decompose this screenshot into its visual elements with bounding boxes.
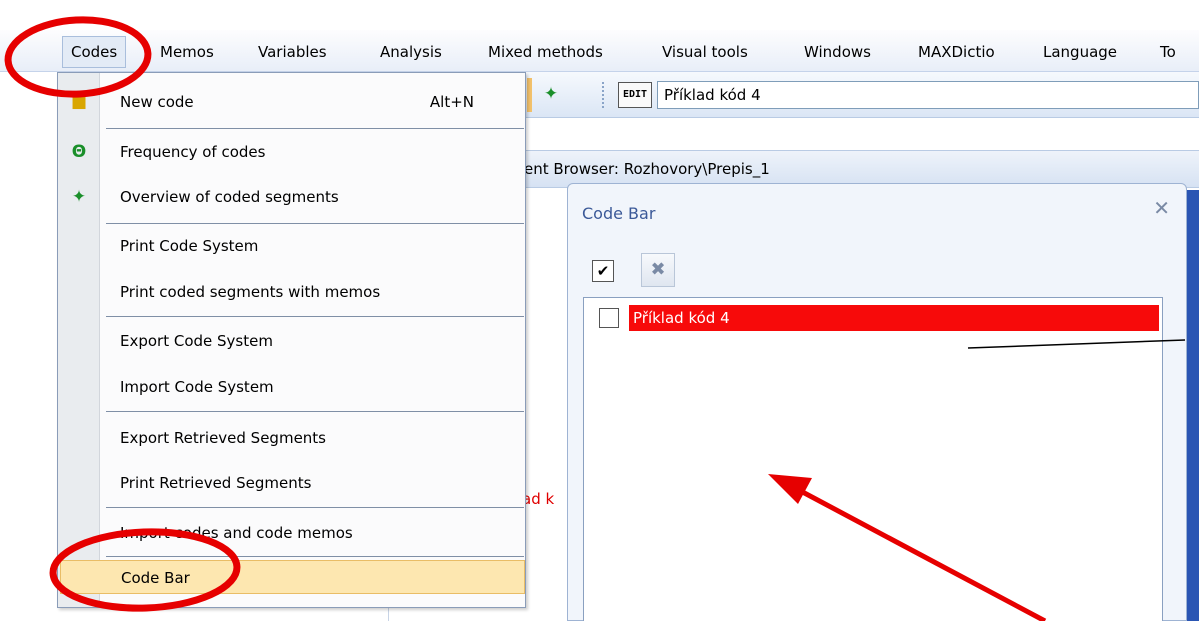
- code-checkbox[interactable]: [599, 308, 619, 328]
- menu-item-import-code-system[interactable]: Import Code System: [100, 370, 526, 404]
- code-field[interactable]: Příklad kód 4: [657, 81, 1199, 109]
- menu-item-print-coded-segments[interactable]: Print coded segments with memos: [100, 275, 526, 309]
- menu-maxdictio[interactable]: MAXDictio: [918, 40, 995, 64]
- code-bar-title: Code Bar: [582, 204, 656, 223]
- menu-memos[interactable]: Memos: [160, 40, 214, 64]
- check-all-button[interactable]: ✔: [592, 260, 614, 282]
- coded-text-fragment: ad k: [522, 490, 555, 508]
- new-code-icon: ■: [70, 92, 88, 112]
- menu-separator: [106, 507, 524, 508]
- overview-icon: ✦: [71, 187, 87, 207]
- menu-codes[interactable]: Codes: [62, 36, 127, 68]
- menu-variables[interactable]: Variables: [258, 40, 327, 64]
- menu-language[interactable]: Language: [1043, 40, 1117, 64]
- menu-item-overview-of-coded-segments[interactable]: Overview of coded segments: [100, 180, 526, 214]
- menu-windows[interactable]: Windows: [804, 40, 871, 64]
- codes-icon[interactable]: ✦: [536, 78, 566, 110]
- menu-separator: [106, 223, 524, 224]
- menu-item-shortcut: Alt+N: [429, 93, 474, 111]
- frequency-icon: Θ: [71, 142, 87, 162]
- menu-item-code-bar[interactable]: Code Bar: [60, 560, 525, 594]
- menu-separator: [106, 411, 524, 412]
- code-bar-item[interactable]: Příklad kód 4: [629, 305, 1159, 331]
- menu-separator: [106, 128, 524, 129]
- menu-item-print-retrieved-segments[interactable]: Print Retrieved Segments: [100, 466, 526, 500]
- menu-item-new-code[interactable]: New code Alt+N: [100, 85, 526, 119]
- menu-item-import-codes-and-memos[interactable]: Import codes and code memos: [100, 516, 526, 550]
- menu-visual-tools[interactable]: Visual tools: [662, 40, 748, 64]
- code-bar-window: Code Bar ✕ ✔ ✖ Příklad kód 4: [567, 183, 1187, 621]
- right-side-panel: [1186, 190, 1199, 621]
- menu-tools[interactable]: To: [1160, 40, 1176, 64]
- menu-item-frequency-of-codes[interactable]: Frequency of codes: [100, 135, 526, 169]
- menu-item-export-code-system[interactable]: Export Code System: [100, 324, 526, 358]
- menu-separator: [106, 556, 524, 557]
- edit-icon[interactable]: EDIT: [618, 82, 652, 108]
- toolbar-grip[interactable]: [602, 82, 605, 108]
- menu-analysis[interactable]: Analysis: [380, 40, 442, 64]
- menu-bar: Codes Memos Variables Analysis Mixed met…: [0, 30, 1199, 72]
- toolbar: ✦ EDIT Příklad kód 4: [520, 72, 1199, 118]
- menu-separator: [106, 316, 524, 317]
- menu-item-label: New code: [120, 93, 194, 111]
- menu-mixed-methods[interactable]: Mixed methods: [488, 40, 603, 64]
- uncheck-all-button[interactable]: ✖: [641, 253, 675, 287]
- menu-item-print-code-system[interactable]: Print Code System: [100, 229, 526, 263]
- code-bar-list: Příklad kód 4: [583, 297, 1163, 621]
- menu-item-export-retrieved-segments[interactable]: Export Retrieved Segments: [100, 421, 526, 455]
- close-icon[interactable]: ✕: [1153, 196, 1170, 220]
- toolbar-active-button[interactable]: [527, 78, 532, 112]
- codes-dropdown-menu: ■ New code Alt+N Θ Frequency of codes ✦ …: [57, 72, 526, 608]
